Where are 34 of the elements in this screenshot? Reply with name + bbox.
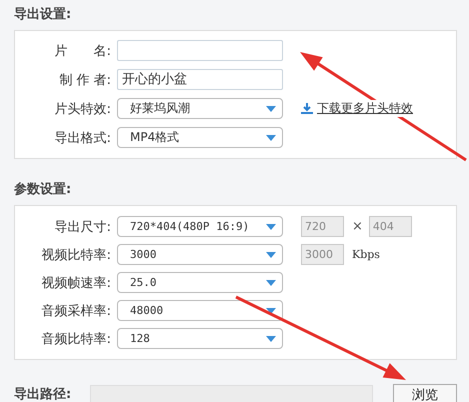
dropdown[interactable]: 25.0 — [117, 272, 283, 293]
dropdown[interactable]: 128 — [117, 328, 283, 349]
unit-label: Kbps — [352, 248, 380, 261]
field-label: 导出尺寸: — [54, 218, 112, 236]
section-title: 导出设置: — [14, 6, 72, 24]
path-field[interactable] — [90, 385, 373, 402]
download-icon — [301, 102, 313, 114]
field-label: 音频采样率: — [40, 302, 112, 320]
caret-icon — [266, 252, 276, 258]
caret-icon — [266, 336, 276, 342]
times-sign: × — [352, 219, 363, 234]
caret-icon — [266, 308, 276, 314]
download-link[interactable]: 下载更多片头特效 — [301, 100, 413, 117]
dropdown[interactable]: 好莱坞风潮 — [117, 98, 283, 119]
browse-button[interactable]: 浏览 — [393, 384, 457, 402]
caret-icon — [266, 280, 276, 286]
dropdown[interactable]: 3000 — [117, 244, 283, 265]
field-label: 视频帧速率: — [40, 274, 112, 292]
dropdown[interactable]: MP4格式 — [117, 127, 283, 148]
caret-icon — [266, 134, 276, 140]
field-label: 视频比特率: — [40, 246, 112, 264]
field-label: 片头特效: — [54, 100, 112, 118]
caret-icon — [266, 106, 276, 112]
field-label: 音频比特率: — [40, 330, 112, 348]
path-label: 导出路径: — [14, 386, 72, 402]
dropdown[interactable]: 48000 — [117, 300, 283, 321]
dropdown[interactable]: 720*404(480P 16:9) — [117, 216, 283, 237]
field-label: 导出格式: — [54, 130, 112, 146]
caret-icon — [266, 224, 276, 230]
field-label: 制 作 者: — [58, 72, 112, 88]
text-field[interactable]: 开心的小盆 — [117, 69, 283, 90]
section-title: 参数设置: — [14, 181, 72, 199]
field-label: 片 名: — [54, 42, 112, 60]
text-field[interactable] — [117, 40, 283, 61]
